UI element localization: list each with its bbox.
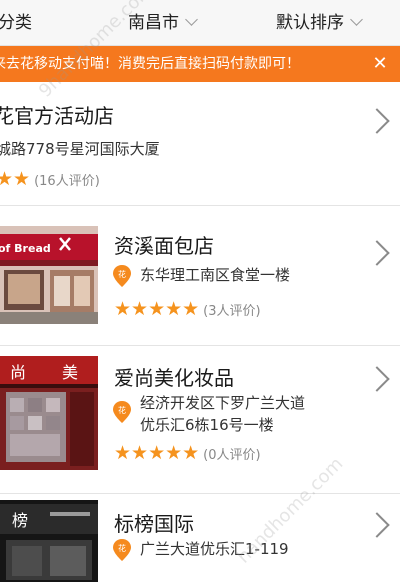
- store-thumbnail: 榜: [0, 500, 98, 582]
- store-name: 花官方活动店: [0, 104, 114, 128]
- close-icon[interactable]: ✕: [370, 46, 390, 82]
- store-rating: ★★★★★ (3人评价): [114, 298, 261, 320]
- chevron-right-icon: [364, 108, 390, 134]
- rating-stars: ★★★★★: [114, 298, 200, 320]
- salon-photo: 榜: [0, 500, 98, 582]
- chevron-right-icon: [364, 240, 390, 266]
- location-pin-icon: 花: [113, 539, 131, 561]
- store-item[interactable]: 花官方活动店 城路778号星河国际大厦 ★★ (16人评价): [0, 82, 400, 206]
- review-count: (0人评价): [203, 447, 261, 463]
- notice-text: 来去花移动支付喵！消费完后直接扫码付款即可！: [0, 56, 300, 72]
- shop-sign-right: 美: [62, 363, 78, 382]
- category-filter-label: 分类: [0, 13, 32, 33]
- location-pin-icon: 花: [113, 401, 131, 423]
- svg-text:花: 花: [118, 269, 126, 279]
- bakery-photo: of Bread: [0, 226, 98, 324]
- store-name: 爱尚美化妆品: [114, 366, 234, 390]
- sort-filter-label: 默认排序: [276, 13, 344, 33]
- store-thumbnail: of Bread: [0, 226, 98, 324]
- review-count: (16人评价): [34, 173, 100, 189]
- store-address-line2: 优乐汇6栋16号一楼: [140, 416, 274, 434]
- store-rating: ★★ (16人评价): [0, 168, 100, 190]
- store-address: 经济开发区下罗广兰大道 优乐汇6栋16号一楼: [140, 392, 305, 436]
- location-pin-icon: 花: [113, 265, 131, 287]
- filter-bar: 分类 南昌市 默认排序: [0, 0, 400, 46]
- sort-filter[interactable]: 默认排序: [276, 0, 363, 46]
- store-name: 标榜国际: [114, 512, 194, 536]
- chevron-down-icon: [350, 13, 363, 26]
- review-count: (3人评价): [203, 303, 261, 319]
- category-filter[interactable]: 分类: [0, 0, 32, 46]
- store-item[interactable]: 榜 标榜国际 花 广兰大道优乐汇1-119: [0, 494, 400, 582]
- store-address-line1: 经济开发区下罗广兰大道: [140, 394, 306, 412]
- bakery-sign-text: of Bread: [0, 242, 51, 255]
- rating-stars: ★★: [0, 168, 31, 190]
- chevron-right-icon: [364, 366, 390, 392]
- store-name: 资溪面包店: [114, 234, 214, 258]
- store-address: 东华理工南区食堂一楼: [140, 266, 291, 284]
- chevron-right-icon: [364, 512, 390, 538]
- store-thumbnail: 尚 美: [0, 356, 98, 470]
- salon-sign-text: 榜: [12, 511, 28, 530]
- rating-stars: ★★★★★: [114, 442, 200, 464]
- store-item[interactable]: of Bread 资溪面包店 花 东华理工南区食堂一楼 ★★★★★ (3人评价): [0, 206, 400, 346]
- city-filter-label: 南昌市: [128, 13, 179, 33]
- shop-sign-left: 尚: [10, 363, 26, 382]
- notice-banner: 来去花移动支付喵！消费完后直接扫码付款即可！ ✕: [0, 46, 400, 82]
- svg-text:花: 花: [118, 543, 126, 553]
- city-filter[interactable]: 南昌市: [128, 0, 198, 46]
- store-rating: ★★★★★ (0人评价): [114, 442, 261, 464]
- store-item[interactable]: 尚 美 爱尚美化妆品 花 经济开发区下罗广兰大道 优乐汇6栋16号一楼 ★★★★…: [0, 346, 400, 494]
- svg-text:花: 花: [118, 405, 126, 415]
- store-address: 城路778号星河国际大厦: [0, 140, 160, 158]
- cosmetics-shop-photo: 尚 美: [0, 356, 98, 470]
- store-address: 广兰大道优乐汇1-119: [140, 540, 289, 558]
- chevron-down-icon: [185, 13, 198, 26]
